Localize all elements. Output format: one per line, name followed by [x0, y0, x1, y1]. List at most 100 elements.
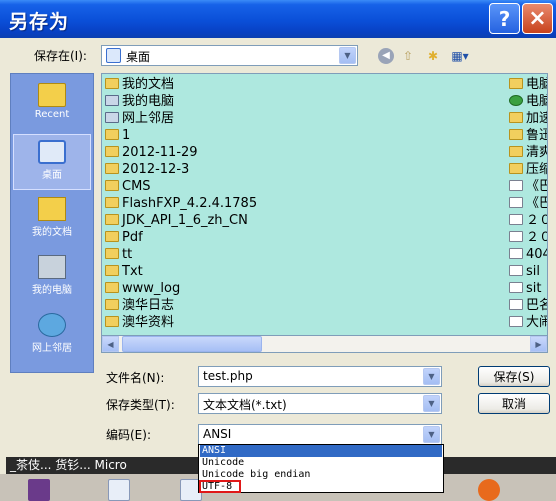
file-name: 加速 — [526, 111, 547, 126]
file-item[interactable]: ２０ — [509, 229, 547, 246]
file-name: 2012-12-3 — [122, 162, 190, 177]
cancel-button[interactable]: 取消 — [478, 393, 550, 414]
file-list[interactable]: 我的文档 我的电脑 网上邻居 1 2012-11-29 2012-12-3 CMS Flash… — [101, 73, 548, 353]
encoding-option[interactable]: ANSI — [200, 445, 442, 457]
file-name: ２０ — [526, 230, 547, 245]
filetype-value: 文本文档(*.txt) — [203, 398, 287, 412]
file-item[interactable]: 大闹 — [509, 314, 547, 331]
file-item[interactable]: sit — [509, 280, 541, 297]
encoding-select[interactable]: ANSI ▼ — [198, 424, 442, 445]
folder-icon — [105, 231, 119, 242]
encoding-option[interactable]: Unicode — [200, 457, 442, 469]
folder-icon — [105, 78, 119, 89]
file-item[interactable]: Pdf — [105, 229, 143, 246]
filename-input[interactable]: test.php ▼ — [198, 366, 442, 387]
place-label: Recent — [34, 109, 70, 120]
views-menu-icon[interactable]: ▦▾ — [449, 48, 471, 64]
save-in-dropdown[interactable]: 桌面 ▼ — [101, 45, 358, 66]
file-name: ２０ — [526, 213, 547, 228]
file-item[interactable]: JDK_API_1_6_zh_CN — [105, 212, 248, 229]
file-name: sil — [526, 264, 540, 279]
file-name: 电脑 — [526, 94, 547, 109]
file-name: 《巴 — [526, 179, 547, 194]
file-item[interactable]: 网上邻居 — [105, 110, 174, 127]
place-desktop[interactable]: 桌面 — [13, 134, 91, 190]
document-icon — [509, 197, 523, 208]
file-name: 清爽 — [526, 145, 547, 160]
back-icon[interactable]: ◀ — [378, 48, 394, 64]
network-icon — [105, 112, 119, 123]
file-name: 网上邻居 — [122, 111, 175, 126]
scroll-thumb[interactable] — [122, 336, 262, 352]
file-item[interactable]: 我的电脑 — [105, 93, 174, 110]
file-item[interactable]: 《巴 — [509, 195, 547, 212]
chevron-down-icon[interactable]: ▼ — [339, 47, 356, 64]
file-item[interactable]: Txt — [105, 263, 143, 280]
document-icon — [509, 231, 523, 242]
file-item[interactable]: 我的文档 — [105, 76, 174, 93]
file-name: FlashFXP_4.2.4.1785 — [122, 196, 258, 211]
file-item[interactable]: tt — [105, 246, 132, 263]
file-item[interactable]: 鲁迅 — [509, 127, 547, 144]
file-item[interactable]: 《巴 — [509, 178, 547, 195]
filetype-select[interactable]: 文本文档(*.txt) ▼ — [198, 393, 442, 414]
file-item[interactable]: 2012-11-29 — [105, 144, 198, 161]
file-item[interactable]: FlashFXP_4.2.4.1785 — [105, 195, 257, 212]
file-item[interactable]: 404 — [509, 246, 547, 263]
file-item[interactable]: 巴名 — [509, 297, 547, 314]
encoding-dropdown-list[interactable]: ANSI Unicode Unicode big endian UTF-8 — [198, 444, 444, 493]
place-my-documents[interactable]: 我的文档 — [13, 192, 91, 248]
file-item[interactable]: 电脑 — [509, 76, 547, 93]
horizontal-scrollbar[interactable]: ◀ ▶ — [101, 335, 548, 353]
save-in-label: 保存在(I): — [34, 49, 87, 63]
save-in-value: 桌面 — [126, 50, 151, 64]
place-network[interactable]: 网上邻居 — [13, 308, 91, 364]
encoding-value: ANSI — [203, 427, 232, 441]
save-button[interactable]: 保存(S) — [478, 366, 550, 387]
scroll-left-icon[interactable]: ◀ — [102, 336, 119, 352]
file-item[interactable]: CMS — [105, 178, 151, 195]
chevron-down-icon[interactable]: ▼ — [423, 368, 440, 385]
help-button[interactable]: ? — [489, 3, 520, 34]
document-icon — [509, 248, 523, 259]
file-item[interactable]: 电脑 — [509, 93, 547, 110]
new-folder-icon[interactable]: ✱ — [425, 48, 441, 64]
close-button[interactable]: × — [522, 3, 553, 34]
file-item[interactable]: 清爽 — [509, 144, 547, 161]
file-item[interactable]: www_log — [105, 280, 180, 297]
file-name: 大闹 — [526, 315, 547, 330]
filename-value: test.php — [203, 369, 253, 383]
document-icon — [509, 265, 523, 276]
folder-icon — [105, 163, 119, 174]
folder-icon — [105, 248, 119, 259]
chevron-down-icon[interactable]: ▼ — [423, 426, 440, 443]
file-name: 压缩 — [526, 162, 547, 177]
file-item[interactable]: 压缩 — [509, 161, 547, 178]
file-item[interactable]: 2012-12-3 — [105, 161, 189, 178]
document-icon — [509, 214, 523, 225]
folder-icon — [105, 129, 119, 140]
file-item[interactable]: 加速 — [509, 110, 547, 127]
folder-icon — [509, 146, 523, 157]
place-my-computer[interactable]: 我的电脑 — [13, 250, 91, 306]
folder-icon — [105, 214, 119, 225]
folder-icon — [105, 146, 119, 157]
file-name: tt — [122, 247, 133, 262]
folder-icon — [105, 316, 119, 327]
file-item[interactable]: 澳华日志 — [105, 297, 174, 314]
place-recent[interactable]: Recent — [13, 78, 91, 134]
chevron-down-icon[interactable]: ▼ — [423, 395, 440, 412]
places-bar: Recent 桌面 我的文档 我的电脑 网上邻居 — [10, 73, 94, 373]
file-item[interactable]: sil — [509, 263, 540, 280]
place-label: 我的文档 — [32, 227, 72, 238]
folder-icon — [105, 299, 119, 310]
file-item[interactable]: 1 — [105, 127, 130, 144]
file-item[interactable]: 澳华资料 — [105, 314, 174, 331]
network-places-icon — [38, 313, 66, 337]
up-folder-icon[interactable]: ⇧ — [400, 48, 416, 64]
scroll-right-icon[interactable]: ▶ — [530, 336, 547, 352]
place-label: 桌面 — [42, 170, 62, 181]
file-item[interactable]: ２０ — [509, 212, 547, 229]
file-name: 404 — [526, 247, 547, 262]
filename-label: 文件名(N): — [106, 371, 165, 385]
